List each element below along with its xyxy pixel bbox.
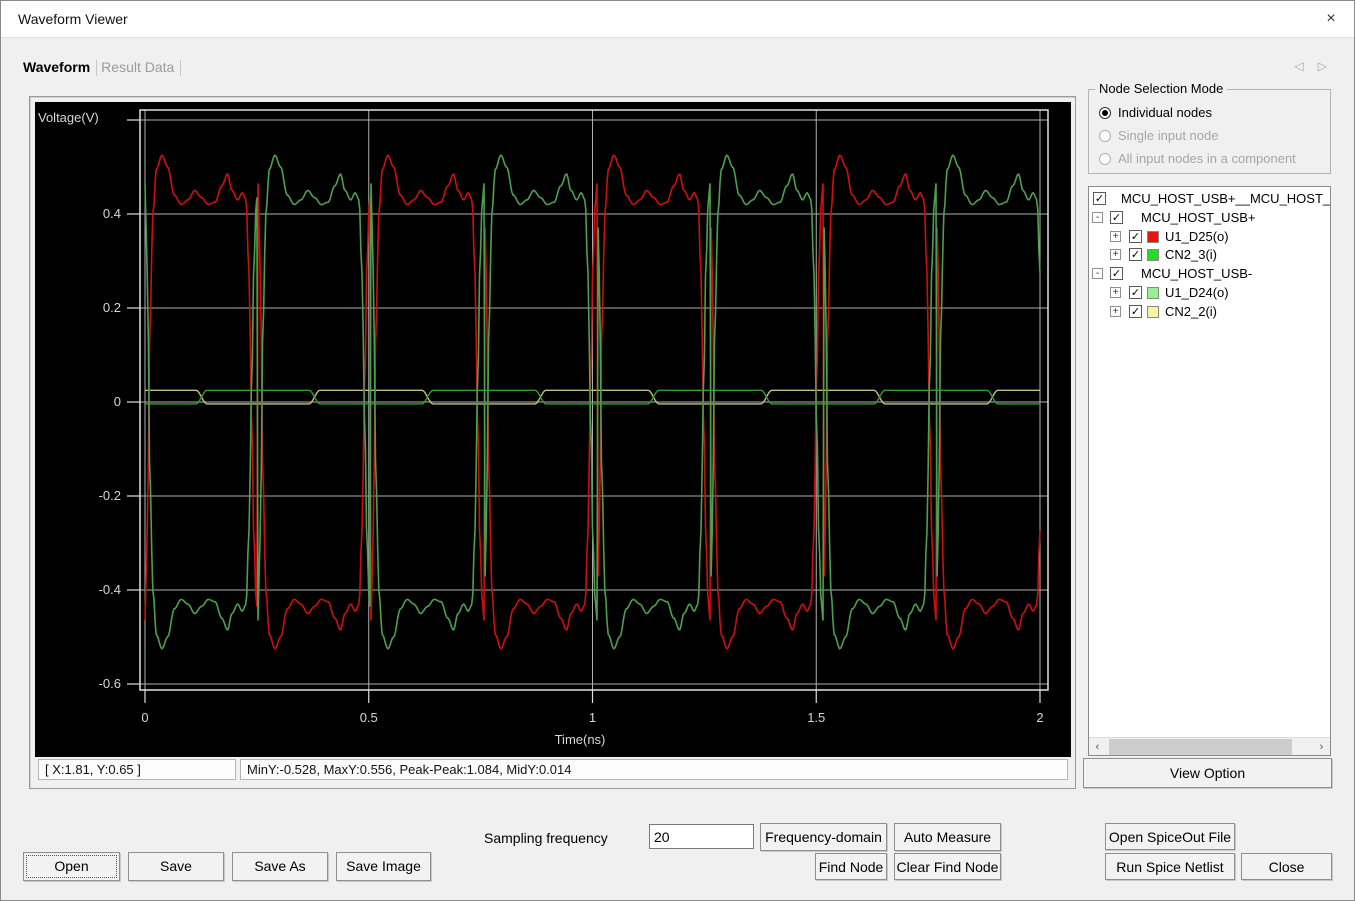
y-tick-label: 0.4 [103,206,121,221]
checkbox-icon[interactable]: ✓ [1110,210,1123,224]
y-tick-label: -0.2 [99,488,121,503]
scroll-right-icon[interactable]: › [1313,738,1330,756]
tree-item-CN2_2(i)[interactable]: + ✓ CN2_2(i) [1089,303,1330,322]
clear-find-node-button[interactable]: Clear Find Node [894,853,1001,880]
plot-panel: 0.4 0.2 0 -0.2 -0.4 -0.6 0 0.5 1 1.5 2 Voltage(V) Ti… [29,96,1076,789]
plot-frame-border [139,109,1049,691]
save-button[interactable]: Save [128,852,224,881]
radio-icon[interactable] [1099,107,1111,119]
tree-item-MCU_HOST_USB-[interactable]: - ✓ MCU_HOST_USB- [1089,265,1330,284]
auto-measure-button[interactable]: Auto Measure [894,823,1001,851]
tree-horizontal-scrollbar[interactable]: ‹ › [1089,737,1330,755]
checkbox-icon[interactable]: ✓ [1129,248,1142,262]
y-axis-title: Voltage(V) [38,110,99,125]
open-spiceout-file-button[interactable]: Open SpiceOut File [1105,823,1235,850]
expand-icon[interactable]: + [1110,287,1121,298]
y-tick-label: 0 [114,394,121,409]
x-tick-label: 0 [141,710,148,725]
trace-color-swatch [1147,287,1159,299]
radio-option-1: Single input node [1099,128,1218,144]
tab-scroll-left-icon[interactable]: ◁ [1289,59,1309,73]
sampling-frequency-input[interactable] [649,824,754,849]
tree-item-label: MCU_HOST_USB+__MCU_HOST_ [1121,191,1331,206]
find-node-button[interactable]: Find Node [815,853,887,880]
tree-item-U1_D25(o)[interactable]: + ✓ U1_D25(o) [1089,228,1330,247]
tree-item-U1_D24(o)[interactable]: + ✓ U1_D24(o) [1089,284,1330,303]
expand-icon[interactable]: + [1110,305,1121,317]
trace-color-swatch [1147,230,1159,243]
trace-color-swatch [1147,249,1159,262]
collapse-icon[interactable]: - [1092,268,1103,280]
tree-item-label: CN2_3(i) [1165,247,1218,263]
radio-icon [1099,130,1111,142]
radio-option-0[interactable]: Individual nodes [1099,105,1212,121]
x-axis-title: Time(ns) [555,732,606,747]
status-cursor-position: [ X:1.81, Y:0.65 ] [38,759,236,780]
waveform-canvas[interactable]: 0.4 0.2 0 -0.2 -0.4 -0.6 0 0.5 1 1.5 2 Voltage(V) Ti… [35,102,1071,757]
expand-icon[interactable]: + [1110,230,1121,242]
tree-item-label: CN2_2(i) [1165,303,1218,319]
trace-color-swatch [1147,305,1159,318]
checkbox-icon[interactable]: ✓ [1129,229,1142,243]
window-title: Waveform Viewer [18,11,128,27]
y-tick-label: -0.4 [99,582,121,597]
waveform-viewer-window: Waveform Viewer × Waveform Result Data ◁ … [0,0,1355,901]
scroll-left-icon[interactable]: ‹ [1089,738,1106,756]
node-selection-mode-group: Node Selection Mode Individual nodes Sing… [1088,81,1331,174]
tab-scroll-right-icon[interactable]: ▷ [1312,59,1332,73]
checkbox-icon[interactable]: ✓ [1093,192,1106,205]
node-tree: ✓ MCU_HOST_USB+__MCU_HOST_ - ✓ MCU_HOST_USB+… [1088,186,1331,756]
tree-item-label: U1_D24(o) [1165,285,1229,300]
frequency-domain-button[interactable]: Frequency-domain [760,823,887,851]
radio-icon [1099,153,1111,165]
tree-item-label: MCU_HOST_USB- [1141,266,1253,282]
tab-waveform[interactable]: Waveform [21,57,94,77]
save-as-button[interactable]: Save As [232,852,328,881]
expand-icon[interactable]: + [1110,249,1121,261]
open-button[interactable]: Open [23,852,120,881]
checkbox-icon[interactable]: ✓ [1129,304,1142,318]
checkbox-icon[interactable]: ✓ [1129,286,1142,299]
tree-item-label: U1_D25(o) [1165,228,1229,244]
close-icon[interactable]: × [1320,9,1342,29]
group-title: Node Selection Mode [1095,81,1228,96]
tree-item-MCU_HOST_USB+__MCU_HOST_[interactable]: ✓ MCU_HOST_USB+__MCU_HOST_ [1089,190,1330,209]
tree-item-CN2_3(i)[interactable]: + ✓ CN2_3(i) [1089,246,1330,265]
collapse-icon[interactable]: - [1092,211,1103,223]
view-option-button[interactable]: View Option [1083,758,1332,788]
y-tick-label: 0.2 [103,300,121,315]
radio-label: All input nodes in a component [1118,151,1296,166]
tab-result-data[interactable]: Result Data [99,57,178,77]
tab-separator [96,60,98,77]
tab-separator [180,60,182,77]
scrollbar-thumb[interactable] [1109,739,1292,755]
x-tick-label: 0.5 [360,710,378,725]
radio-label: Individual nodes [1118,105,1212,120]
tree-item-MCU_HOST_USB+[interactable]: - ✓ MCU_HOST_USB+ [1089,209,1330,228]
x-tick-label: 1.5 [807,710,825,725]
tree-item-label: MCU_HOST_USB+ [1141,209,1256,225]
radio-label: Single input node [1118,128,1219,143]
run-spice-netlist-button[interactable]: Run Spice Netlist [1105,853,1235,880]
close-button[interactable]: Close [1241,853,1332,880]
sampling-frequency-label: Sampling frequency [484,830,608,846]
x-tick-label: 2 [1036,710,1043,725]
waveform-svg: 0.4 0.2 0 -0.2 -0.4 -0.6 0 0.5 1 1.5 2 Voltage(V) Ti… [38,109,1049,747]
checkbox-icon[interactable]: ✓ [1110,267,1123,281]
y-tick-label: -0.6 [99,676,121,691]
x-tick-label: 1 [589,710,596,725]
radio-option-2: All input nodes in a component [1099,151,1296,167]
save-image-button[interactable]: Save Image [336,852,431,881]
tab-strip: Waveform Result Data [21,57,183,81]
status-measurements: MinY:-0.528, MaxY:0.556, Peak-Peak:1.084… [240,759,1068,780]
tab-scroll-arrows: ◁ ▷ [1289,59,1339,75]
title-bar: Waveform Viewer × [1,1,1354,38]
